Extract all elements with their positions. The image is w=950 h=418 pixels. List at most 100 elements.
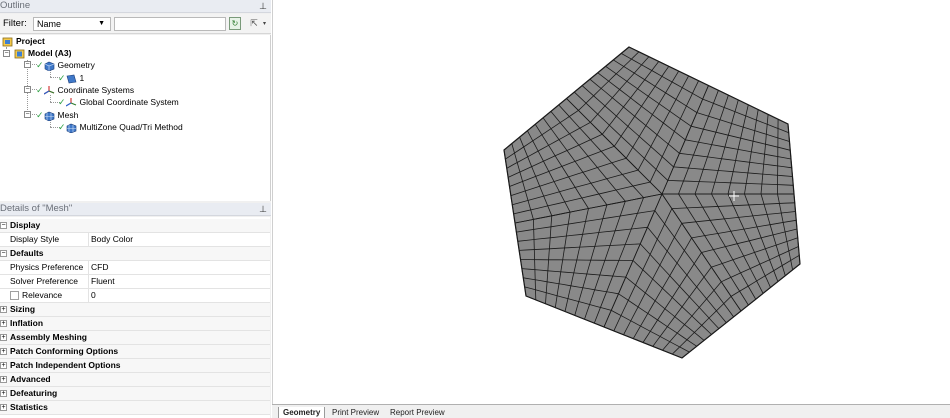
details-section-display[interactable]: − Display — [0, 219, 270, 233]
graphics-viewport[interactable] — [272, 0, 950, 404]
tree-item-global-coordinate-system[interactable]: ✓ Global Coordinate System — [58, 96, 179, 108]
tree-item-coordinate-systems[interactable]: ✓ Coordinate Systems — [36, 84, 134, 96]
details-row-value[interactable]: Body Color — [91, 233, 133, 246]
tree-label-coordinate-systems: Coordinate Systems — [57, 85, 135, 95]
expand-icon[interactable]: + — [0, 348, 7, 355]
details-grid: − Display Display Style Body Color − Def… — [0, 217, 270, 418]
details-section-defaults[interactable]: − Defaults — [0, 247, 270, 261]
collapse-icon[interactable]: − — [0, 250, 7, 257]
details-section-label: Sizing — [10, 304, 36, 314]
refresh-icon[interactable]: ↻ — [229, 17, 241, 30]
check-icon: ✓ — [36, 60, 44, 70]
details-section-advanced[interactable]: + Advanced — [0, 373, 270, 387]
details-section-label: Patch Independent Options — [10, 360, 121, 370]
tree-item-geometry-body[interactable]: ✓ 1 — [58, 72, 84, 84]
details-section-label: Defeaturing — [10, 388, 58, 398]
expander-geometry[interactable]: − — [24, 61, 31, 68]
tree-item-project[interactable]: Project — [2, 35, 45, 47]
chevron-down-icon: ▼ — [98, 20, 105, 27]
filter-select-value: Name — [37, 19, 62, 29]
mesh-method-icon — [66, 123, 77, 134]
details-section-inflation[interactable]: + Inflation — [0, 317, 270, 331]
details-section-patch-conforming[interactable]: + Patch Conforming Options — [0, 345, 270, 359]
expand-icon[interactable]: + — [0, 404, 7, 411]
expand-icon[interactable]: + — [0, 320, 7, 327]
tree-item-mesh[interactable]: ✓ Mesh — [36, 109, 79, 122]
details-section-statistics[interactable]: + Statistics — [0, 401, 270, 415]
view-tabs: Geometry Print Preview Report Preview — [272, 404, 950, 418]
details-section-label: Statistics — [10, 402, 48, 412]
outline-tree: Project − Model (A3) − ✓ Geometry ✓ 1 − … — [0, 35, 271, 201]
expander-coordinate-systems[interactable]: − — [24, 86, 31, 93]
left-panel: Outline ⊥ Filter: Name ▼ ↻ ⇱ ▾ Project − — [0, 0, 271, 418]
tree-item-geometry[interactable]: ✓ Geometry — [36, 59, 95, 72]
expand-icon[interactable]: + — [0, 376, 7, 383]
filter-search-input[interactable] — [114, 17, 226, 31]
tree-item-multizone-method[interactable]: ✓ MultiZone Quad/Tri Method — [58, 121, 183, 134]
expand-icon[interactable]: + — [0, 306, 7, 313]
details-row-label: Physics Preference — [10, 262, 84, 272]
check-icon: ✓ — [58, 97, 66, 107]
expand-icon[interactable]: + — [0, 362, 7, 369]
mesh-graphic — [503, 46, 801, 359]
expander-model[interactable]: − — [3, 50, 10, 57]
details-row-label: Display Style — [10, 234, 60, 244]
tab-print-preview[interactable]: Print Preview — [328, 407, 383, 418]
export-icon[interactable]: ⇱ — [247, 17, 261, 30]
details-section-defeaturing[interactable]: + Defeaturing — [0, 387, 270, 401]
coordinate-system-icon — [65, 97, 77, 108]
tab-report-preview[interactable]: Report Preview — [386, 407, 449, 418]
check-icon: ✓ — [36, 85, 44, 95]
tree-label-model: Model (A3) — [28, 48, 72, 58]
tree-item-model[interactable]: Model (A3) — [14, 47, 71, 59]
expand-icon[interactable]: + — [0, 390, 7, 397]
details-section-label: Advanced — [10, 374, 51, 384]
project-icon — [2, 37, 13, 47]
details-row-physics-preference[interactable]: Physics Preference CFD — [0, 261, 270, 275]
details-panel-title: Details of "Mesh" ⊥ — [0, 203, 271, 216]
details-section-sizing[interactable]: + Sizing — [0, 303, 270, 317]
body-icon — [66, 74, 77, 84]
check-icon: ✓ — [36, 110, 44, 120]
pin-icon[interactable]: ⊥ — [259, 0, 267, 12]
relevance-checkbox[interactable] — [10, 291, 19, 300]
details-section-label: Display — [10, 220, 41, 230]
tree-label-geometry-child: 1 — [79, 73, 85, 83]
details-row-label: Relevance — [22, 290, 63, 300]
tab-geometry[interactable]: Geometry — [278, 407, 326, 418]
details-row-value[interactable]: 0 — [91, 289, 96, 302]
details-row-label: Solver Preference — [10, 276, 79, 286]
details-section-label: Patch Conforming Options — [10, 346, 119, 356]
details-section-label: Assembly Meshing — [10, 332, 87, 342]
check-icon: ✓ — [58, 122, 66, 132]
details-row-value[interactable]: CFD — [91, 261, 108, 274]
tree-label-geometry: Geometry — [57, 60, 95, 70]
tree-label-multizone: MultiZone Quad/Tri Method — [79, 122, 183, 132]
expand-icon[interactable]: + — [0, 334, 7, 341]
outline-title-text: Outline — [0, 0, 31, 11]
filter-bar: Filter: Name ▼ ↻ ⇱ ▾ — [0, 14, 271, 34]
coordinate-system-icon — [43, 85, 55, 96]
details-row-relevance[interactable]: Relevance 0 — [0, 289, 270, 303]
mesh-icon — [44, 111, 55, 122]
model-icon — [14, 49, 25, 59]
details-row-display-style[interactable]: Display Style Body Color — [0, 233, 270, 247]
details-section-patch-independent[interactable]: + Patch Independent Options — [0, 359, 270, 373]
tree-label-mesh: Mesh — [57, 110, 79, 120]
pin-icon[interactable]: ⊥ — [259, 203, 267, 215]
details-section-label: Defaults — [10, 248, 44, 258]
tree-label-project: Project — [16, 36, 45, 46]
collapse-icon[interactable]: − — [0, 222, 7, 229]
details-row-solver-preference[interactable]: Solver Preference Fluent — [0, 275, 270, 289]
details-row-value[interactable]: Fluent — [91, 275, 115, 288]
geometry-icon — [44, 61, 55, 72]
outline-panel-title: Outline ⊥ — [0, 0, 271, 13]
expander-mesh[interactable]: − — [24, 111, 31, 118]
tree-label-global-coordinate-system: Global Coordinate System — [79, 97, 179, 107]
details-section-assembly-meshing[interactable]: + Assembly Meshing — [0, 331, 270, 345]
details-title-text: Details of "Mesh" — [0, 203, 73, 214]
filter-select[interactable]: Name ▼ — [33, 17, 111, 31]
check-icon: ✓ — [58, 73, 66, 83]
filter-label: Filter: — [3, 18, 27, 29]
export-dropdown-icon[interactable]: ▾ — [263, 20, 266, 27]
